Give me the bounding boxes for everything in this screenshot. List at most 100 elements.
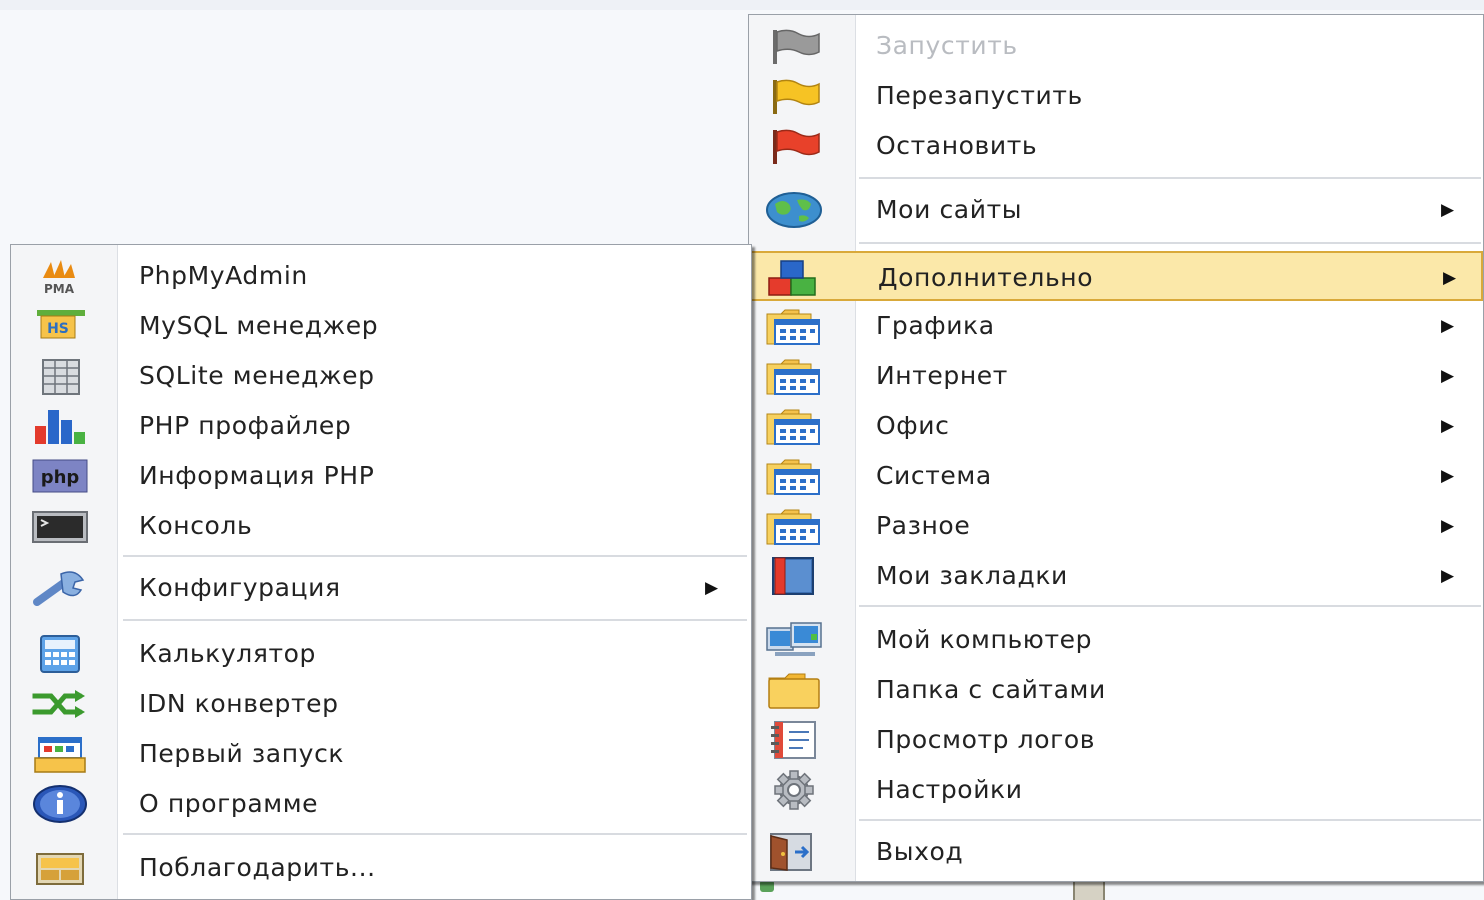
menu-item-office[interactable]: Офис ▶ [749,401,1483,451]
submenu-arrow-icon: ▶ [705,578,719,598]
menu-item-label: Система [876,461,992,490]
menu-item-graphics[interactable]: Графика ▶ [749,301,1483,351]
idn-convert-icon [31,684,89,724]
menu-item-start[interactable]: Запустить [749,21,1483,71]
flag-yellow-icon [765,76,823,116]
submenu-item-idn-converter[interactable]: IDN конвертер [11,679,751,729]
submenu-item-about[interactable]: О программе [11,779,751,829]
submenu-item-label: IDN конвертер [139,689,339,718]
main-context-menu: Запустить Перезапустить Остановить Мои с… [748,14,1484,882]
menu-item-system[interactable]: Система ▶ [749,451,1483,501]
submenu-item-configuration[interactable]: Конфигурация ▶ [11,563,751,613]
phpmyadmin-icon-text: PMA [44,282,75,296]
menu-item-label: Запустить [876,31,1018,60]
desktop-strip [0,0,1484,10]
submenu-item-label: Калькулятор [139,639,317,668]
blocks-icon [767,258,825,298]
menu-item-additional[interactable]: Дополнительно ▶ [749,251,1483,301]
flag-red-icon [765,126,823,166]
submenu-item-php-info[interactable]: php Информация PHP [11,451,751,501]
folder-apps-icon [765,456,823,496]
thanks-icon [31,848,89,888]
submenu-item-label: Первый запуск [139,739,345,768]
menu-item-settings[interactable]: Настройки [749,765,1483,815]
php-icon: php [31,456,89,496]
menu-item-view-logs[interactable]: Просмотр логов [749,715,1483,765]
submenu-item-label: MySQL менеджер [139,311,379,340]
submenu-item-label: Информация PHP [139,461,375,490]
database-icon [31,356,89,396]
submenu-item-label: Консоль [139,511,253,540]
menu-item-label: Перезапустить [876,81,1083,110]
menu-item-label: Выход [876,837,964,866]
globe-icon [765,190,823,230]
bar-chart-icon [31,406,89,446]
first-run-icon [31,734,89,774]
bookmark-book-icon [765,556,823,596]
submenu-arrow-icon: ▶ [1443,268,1457,288]
submenu-arrow-icon: ▶ [1441,316,1455,336]
menu-separator [123,619,747,621]
gear-icon [765,770,823,810]
flag-gray-icon [765,26,823,66]
submenu-item-label: PHP профайлер [139,411,352,440]
wrench-icon [31,568,89,608]
submenu-item-console[interactable]: Консоль [11,501,751,551]
phpmyadmin-icon: PMA [31,256,89,296]
menu-item-label: Графика [876,311,995,340]
menu-item-label: Просмотр логов [876,725,1096,754]
folder-apps-icon [765,506,823,546]
menu-item-label: Мои сайты [876,195,1023,224]
menu-item-label: Папка с сайтами [876,675,1106,704]
menu-item-internet[interactable]: Интернет ▶ [749,351,1483,401]
submenu-item-label: Поблагодарить... [139,853,376,882]
menu-item-my-computer[interactable]: Мой компьютер [749,615,1483,665]
submenu-item-first-run[interactable]: Первый запуск [11,729,751,779]
log-notebook-icon [765,720,823,760]
folder-apps-icon [765,356,823,396]
menu-item-label: Офис [876,411,950,440]
submenu-arrow-icon: ▶ [1441,200,1455,220]
menu-separator [859,819,1481,821]
submenu-item-label: PhpMyAdmin [139,261,308,290]
menu-separator [859,177,1481,179]
submenu-item-mysql-manager[interactable]: HS MySQL менеджер [11,301,751,351]
submenu-arrow-icon: ▶ [1441,466,1455,486]
submenu-item-label: Конфигурация [139,573,341,602]
menu-item-misc[interactable]: Разное ▶ [749,501,1483,551]
menu-item-label: Мой компьютер [876,625,1093,654]
menu-item-exit[interactable]: Выход [749,827,1483,877]
submenu-item-label: О программе [139,789,319,818]
menu-item-label: Мои закладки [876,561,1068,590]
menu-item-stop[interactable]: Остановить [749,121,1483,171]
submenu-item-calculator[interactable]: Калькулятор [11,629,751,679]
menu-item-bookmarks[interactable]: Мои закладки ▶ [749,551,1483,601]
submenu-item-thanks[interactable]: Поблагодарить... [11,843,751,893]
menu-item-label: Интернет [876,361,1008,390]
menu-item-my-sites[interactable]: Мои сайты ▶ [749,185,1483,235]
calculator-icon [31,634,89,674]
additional-submenu: PMA PhpMyAdmin HS MySQL менеджер SQLite … [10,244,752,900]
info-icon [31,784,89,824]
submenu-arrow-icon: ▶ [1441,566,1455,586]
submenu-item-phpmyadmin[interactable]: PMA PhpMyAdmin [11,251,751,301]
menu-item-sites-folder[interactable]: Папка с сайтами [749,665,1483,715]
computer-icon [765,620,823,660]
php-icon-text: php [41,467,80,488]
heidisql-icon-text: HS [47,321,69,337]
menu-item-restart[interactable]: Перезапустить [749,71,1483,121]
menu-separator [859,605,1481,607]
menu-item-label: Настройки [876,775,1023,804]
menu-item-label: Разное [876,511,971,540]
submenu-arrow-icon: ▶ [1441,416,1455,436]
folder-apps-icon [765,406,823,446]
folder-icon [765,670,823,710]
exit-door-icon [765,832,823,872]
submenu-arrow-icon: ▶ [1441,366,1455,386]
submenu-item-sqlite-manager[interactable]: SQLite менеджер [11,351,751,401]
menu-item-label: Остановить [876,131,1038,160]
menu-separator [123,555,747,557]
submenu-item-php-profiler[interactable]: PHP профайлер [11,401,751,451]
menu-separator [123,833,747,835]
submenu-arrow-icon: ▶ [1441,516,1455,536]
